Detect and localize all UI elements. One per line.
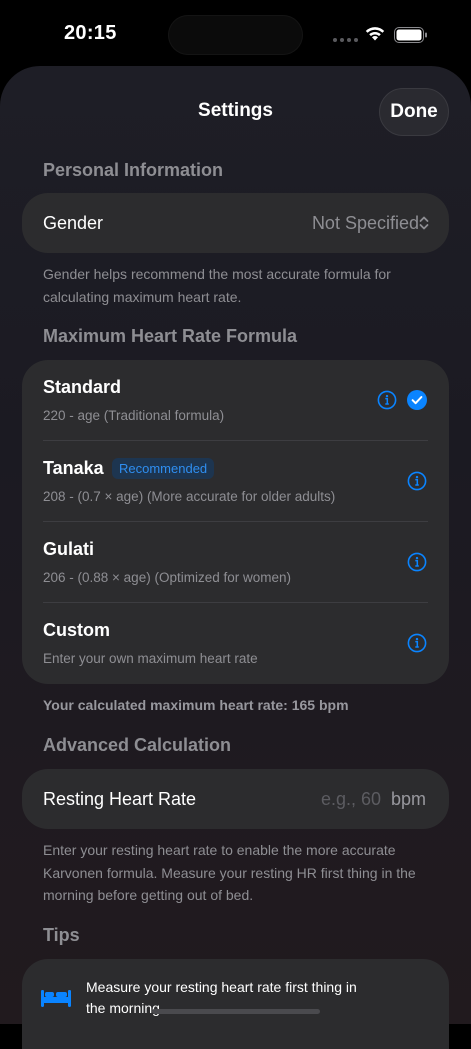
battery-icon xyxy=(394,27,427,43)
resting-hr-footnote: Enter your resting heart rate to enable … xyxy=(43,842,416,903)
section-header-tips: Tips xyxy=(43,925,80,945)
section-header-advanced: Advanced Calculation xyxy=(43,735,232,755)
gender-value: Not Specified xyxy=(311,213,419,233)
cellular-signal-icon xyxy=(333,38,358,42)
formula-name: Custom xyxy=(43,620,110,640)
resting-hr-input[interactable]: e.g., 60 xyxy=(321,789,381,810)
formula-name: Standard xyxy=(43,377,122,397)
info-icon[interactable] xyxy=(407,471,427,491)
formula-option-tanaka[interactable]: Tanaka Recommended 208 - (0.7 × age) (Mo… xyxy=(22,441,449,522)
chevron-up-down-icon xyxy=(419,216,429,230)
resting-hr-label: Resting Heart Rate xyxy=(43,789,197,809)
gender-footnote: Gender helps recommend the most accurate… xyxy=(43,266,391,305)
wifi-icon xyxy=(365,27,385,41)
home-indicator[interactable] xyxy=(152,1009,320,1014)
tips-card: Measure your resting heart rate first th… xyxy=(22,959,449,1049)
bed-icon xyxy=(41,990,71,1007)
resting-hr-row: Resting Heart Rate e.g., 60 bpm xyxy=(22,769,449,829)
status-time: 20:15 xyxy=(64,22,117,44)
formula-option-gulati[interactable]: Gulati 206 - (0.88 × age) (Optimized for… xyxy=(22,522,449,603)
info-icon[interactable] xyxy=(407,552,427,572)
formula-name: Tanaka xyxy=(43,458,104,478)
status-bar: 20:15 xyxy=(0,0,471,66)
formula-desc: 220 - age (Traditional formula) xyxy=(43,408,225,423)
done-button[interactable]: Done xyxy=(379,88,449,136)
formula-desc: Enter your own maximum heart rate xyxy=(43,651,258,666)
formula-list: Standard 220 - age (Traditional formula)… xyxy=(22,360,449,684)
formula-option-custom[interactable]: Custom Enter your own maximum heart rate xyxy=(22,603,449,684)
formula-desc: 208 - (0.7 × age) (More accurate for old… xyxy=(43,489,336,504)
formula-option-standard[interactable]: Standard 220 - age (Traditional formula) xyxy=(22,360,449,441)
formula-name: Gulati xyxy=(43,539,95,559)
settings-sheet: Settings Done Personal Information Gende… xyxy=(0,66,471,1049)
info-icon[interactable] xyxy=(377,390,397,410)
gender-row[interactable]: Gender Not Specified xyxy=(22,193,449,253)
recommended-badge: Recommended xyxy=(112,458,215,479)
checkmark-selected-icon xyxy=(407,390,427,410)
section-header-personal: Personal Information xyxy=(43,160,224,180)
formula-desc: 206 - (0.88 × age) (Optimized for women) xyxy=(43,570,291,585)
gender-label: Gender xyxy=(43,213,104,233)
section-header-formula: Maximum Heart Rate Formula xyxy=(43,326,298,346)
calculated-max-hr: Your calculated maximum heart rate: 165 … xyxy=(43,697,349,713)
resting-hr-unit: bpm xyxy=(391,789,427,809)
info-icon[interactable] xyxy=(407,633,427,653)
dynamic-island xyxy=(168,15,303,55)
